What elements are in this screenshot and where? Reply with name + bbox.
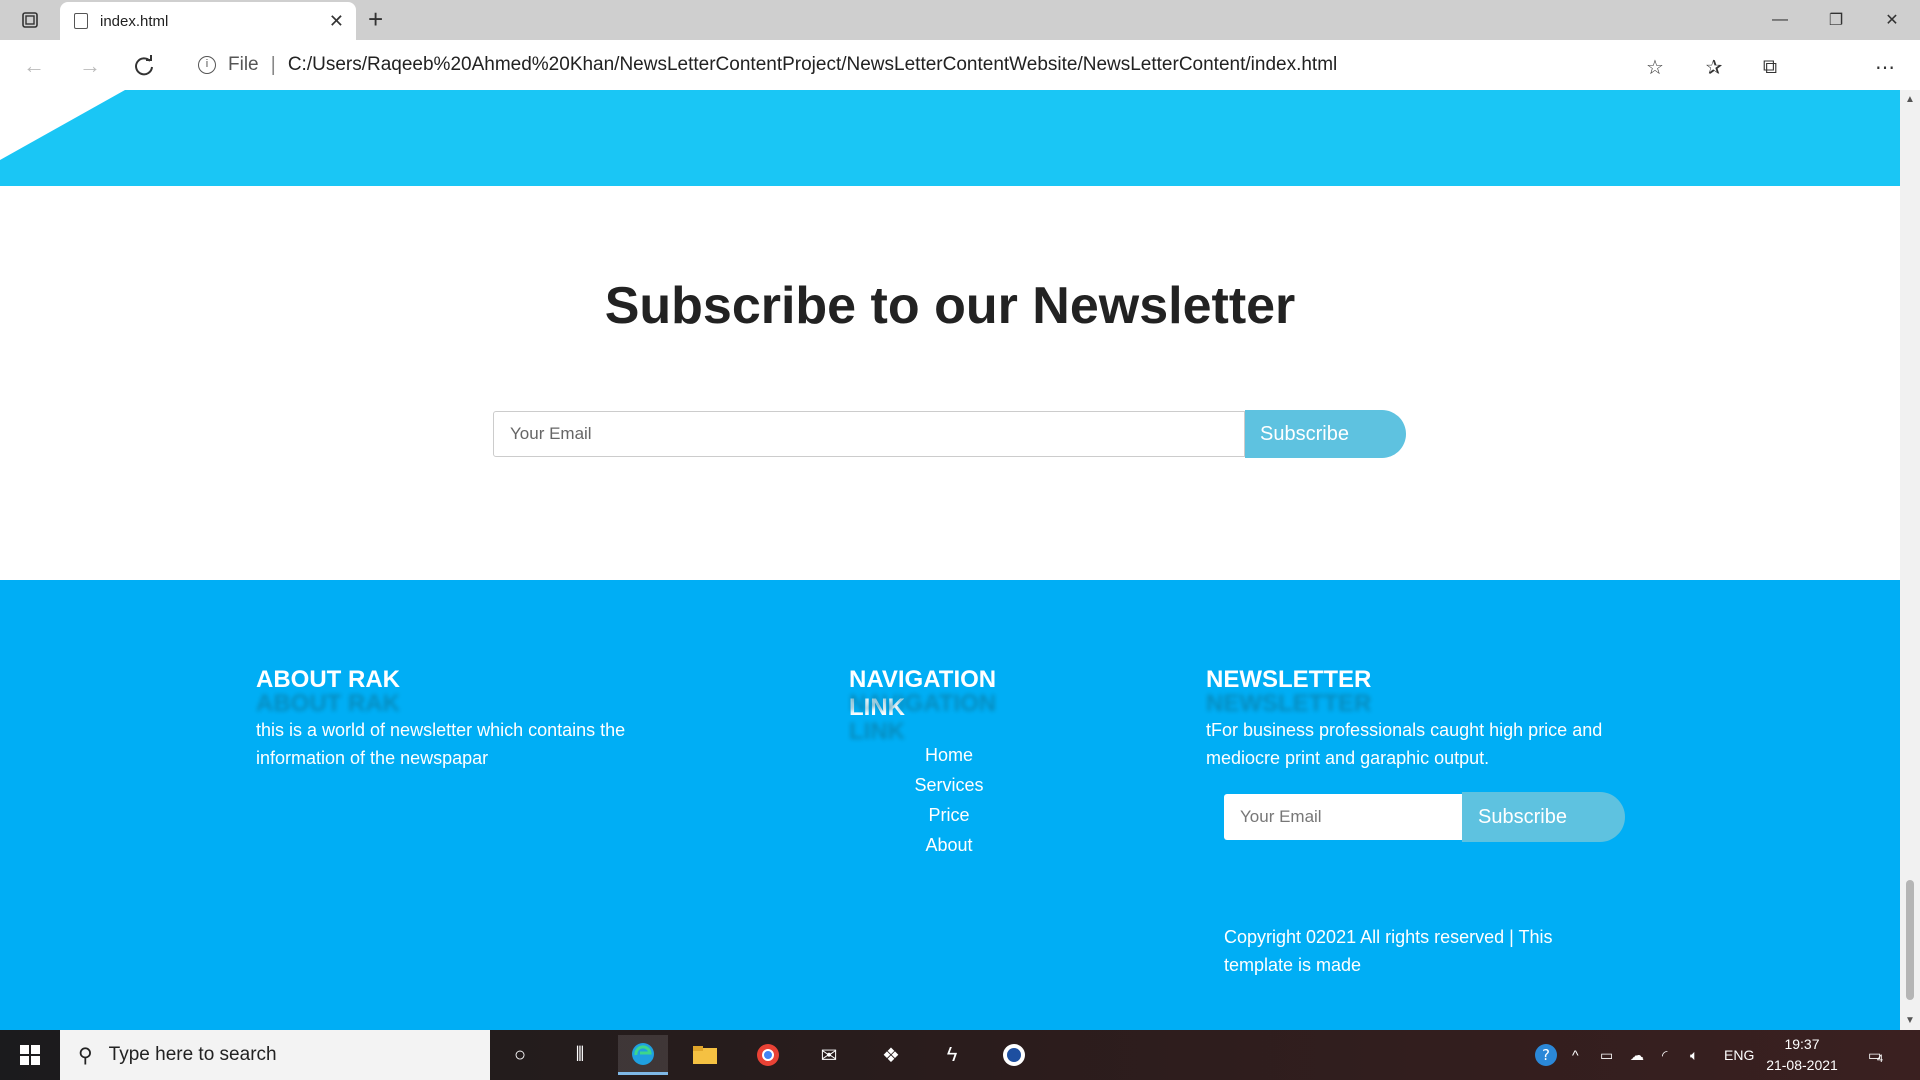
- show-hidden-icons-icon[interactable]: ^: [1572, 1030, 1579, 1080]
- footer-about: ABOUT RAK ABOUT RAK this is a world of n…: [256, 666, 676, 772]
- app-bolt-icon[interactable]: ϟ: [927, 1035, 977, 1075]
- tab-title: index.html: [100, 12, 169, 30]
- footer-nav-link-services[interactable]: Services: [849, 770, 1049, 800]
- onedrive-icon[interactable]: ☁: [1630, 1030, 1644, 1080]
- subscribe-email-input[interactable]: Your Email: [493, 411, 1245, 457]
- battery-icon[interactable]: ▭: [1600, 1030, 1613, 1080]
- notification-center-icon[interactable]: ▭ 4: [1868, 1030, 1884, 1080]
- subscribe-section: [0, 186, 1900, 580]
- dropbox-icon[interactable]: ❖: [866, 1035, 916, 1075]
- footer: ABOUT RAK ABOUT RAK this is a world of n…: [0, 580, 1900, 1030]
- mail-icon[interactable]: ✉: [804, 1035, 854, 1075]
- clock-time: 19:37: [1784, 1036, 1820, 1052]
- more-menu-icon[interactable]: ⋯: [1870, 52, 1900, 82]
- hero-section-bottom: [0, 90, 1900, 186]
- hero-diagonal-shape: [0, 90, 125, 160]
- browser-tab-bar: index.html ✕ + — ❐ ✕: [0, 0, 1920, 40]
- volume-icon[interactable]: 🔈︎: [1690, 1030, 1698, 1080]
- subscribe-button[interactable]: Subscribe: [1245, 410, 1406, 458]
- footer-subscribe-form: Your Email Subscribe: [1224, 792, 1625, 842]
- footer-navigation-heading: NAVIGATION LINK NAVIGATION LINK: [849, 666, 1049, 745]
- back-button[interactable]: ←: [18, 50, 50, 82]
- footer-newsletter: NEWSLETTER NEWSLETTER tFor business prof…: [1206, 666, 1626, 772]
- start-button[interactable]: [0, 1030, 60, 1080]
- scroll-down-arrow-icon[interactable]: ▼: [1905, 1015, 1915, 1026]
- address-separator: |: [270, 53, 276, 76]
- close-window-button[interactable]: ✕: [1864, 0, 1920, 40]
- footer-nav-link-price[interactable]: Price: [849, 800, 1049, 830]
- page-viewport: Subscribe to our Newsletter Your Email S…: [0, 90, 1900, 1030]
- windows-logo-icon: [20, 1045, 40, 1065]
- svg-text:?: ?: [1542, 1046, 1550, 1064]
- windows-taskbar: ⚲ Type here to search ○ ⫴ ✉ ❖ ϟ ? ^ ▭ ☁ …: [0, 1030, 1920, 1080]
- scroll-up-arrow-icon[interactable]: ▲: [1905, 94, 1915, 105]
- restore-button[interactable]: ❐: [1808, 0, 1864, 40]
- tab-actions-icon[interactable]: [12, 8, 48, 32]
- address-bar[interactable]: i File | C:/Users/Raqeeb%20Ahmed%20Khan/…: [180, 46, 1680, 84]
- notification-count: 4: [1877, 1052, 1884, 1065]
- address-toolbar: ← → i File | C:/Users/Raqeeb%20Ahmed%20K…: [0, 40, 1920, 118]
- info-icon[interactable]: i: [198, 56, 216, 74]
- footer-about-heading: ABOUT RAK ABOUT RAK: [256, 666, 400, 717]
- taskbar-clock[interactable]: 19:37 21-08-2021: [1762, 1034, 1842, 1076]
- add-favorite-icon[interactable]: ☆: [1640, 52, 1670, 82]
- task-view-icon[interactable]: ⫴: [555, 1035, 605, 1075]
- taskbar-search[interactable]: ⚲ Type here to search: [60, 1030, 490, 1080]
- taskbar-search-placeholder: Type here to search: [108, 1044, 277, 1065]
- chrome-icon[interactable]: [743, 1035, 793, 1075]
- wifi-icon[interactable]: ◜: [1662, 1030, 1667, 1080]
- help-icon[interactable]: ?: [1533, 1030, 1559, 1080]
- collections-icon[interactable]: ⧉: [1755, 52, 1785, 82]
- scrollbar-thumb[interactable]: [1906, 880, 1914, 1000]
- footer-about-text: this is a world of newsletter which cont…: [256, 720, 626, 768]
- file-explorer-icon[interactable]: [680, 1035, 730, 1075]
- heading-reflection: ABOUT RAK: [256, 690, 400, 717]
- footer-nav-link-about[interactable]: About: [849, 830, 1049, 860]
- address-scheme: File: [228, 54, 259, 75]
- footer-newsletter-text: tFor business professionals caught high …: [1206, 720, 1603, 768]
- app-circle-icon[interactable]: [989, 1035, 1039, 1075]
- subscribe-form: Your Email Subscribe: [493, 410, 1406, 458]
- cortana-icon[interactable]: ○: [495, 1035, 545, 1075]
- minimize-button[interactable]: —: [1752, 0, 1808, 40]
- new-tab-button[interactable]: +: [368, 4, 383, 35]
- browser-tab[interactable]: index.html ✕: [60, 2, 356, 40]
- heading-reflection: NAVIGATION LINK: [849, 690, 997, 745]
- forward-button[interactable]: →: [74, 50, 106, 82]
- favorites-icon[interactable]: ✰: [1699, 52, 1729, 82]
- subscribe-title: Subscribe to our Newsletter: [604, 277, 1296, 335]
- refresh-button[interactable]: [128, 50, 160, 82]
- search-icon: ⚲: [78, 1044, 93, 1067]
- page-scrollbar[interactable]: ▲ ▼: [1900, 90, 1920, 1030]
- footer-nav-list: Home Services Price About: [849, 740, 1049, 860]
- copyright-text: Copyright 02021 All rights reserved | Th…: [1224, 927, 1553, 975]
- close-tab-icon[interactable]: ✕: [329, 11, 344, 32]
- edge-browser-icon[interactable]: [618, 1035, 668, 1075]
- footer-navigation: NAVIGATION LINK NAVIGATION LINK Home Ser…: [849, 666, 1049, 860]
- footer-newsletter-heading: NEWSLETTER NEWSLETTER: [1206, 666, 1372, 717]
- language-indicator[interactable]: ENG: [1724, 1030, 1754, 1080]
- footer-subscribe-button[interactable]: Subscribe: [1462, 792, 1625, 842]
- footer-email-input[interactable]: Your Email: [1224, 794, 1462, 840]
- file-icon: [74, 13, 88, 29]
- heading-reflection: NEWSLETTER: [1206, 690, 1372, 717]
- clock-date: 21-08-2021: [1766, 1057, 1838, 1073]
- address-url[interactable]: C:/Users/Raqeeb%20Ahmed%20Khan/NewsLette…: [288, 54, 1337, 76]
